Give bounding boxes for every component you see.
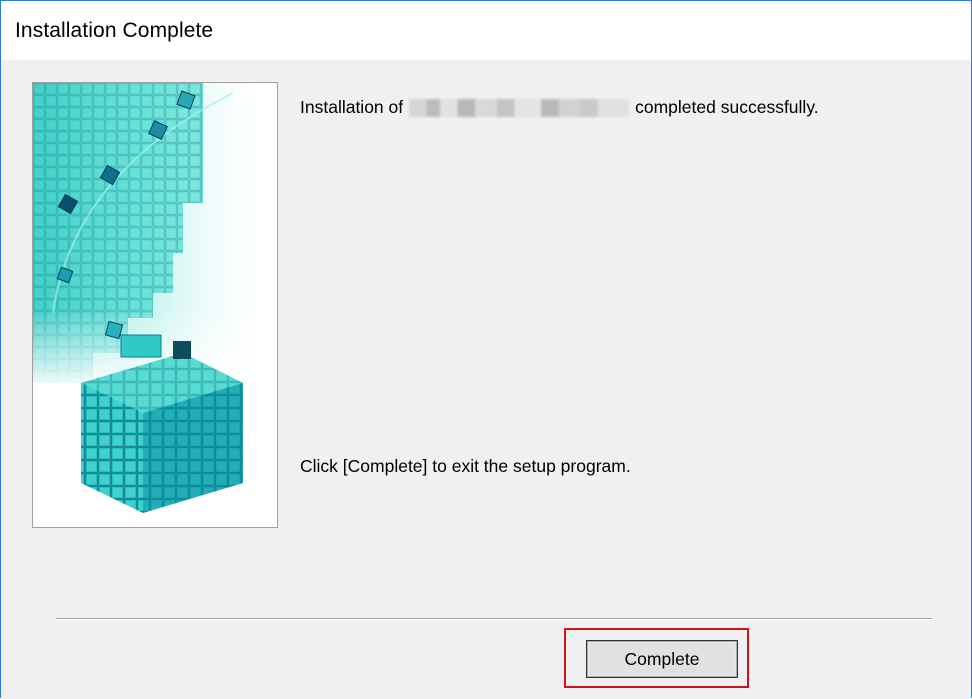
message-suffix: completed successfully. — [635, 97, 819, 117]
exit-instruction: Click [Complete] to exit the setup progr… — [300, 456, 631, 476]
cube-illustration — [32, 82, 278, 528]
dialog-content: Installation of completed successfully. … — [1, 60, 971, 698]
title-bar[interactable]: Installation Complete — [1, 1, 971, 60]
complete-button[interactable]: Complete — [586, 640, 738, 678]
success-message: Installation of completed successfully. — [300, 97, 819, 118]
installer-window: Installation Complete Installation of co… — [0, 0, 972, 698]
window-title: Installation Complete — [15, 19, 214, 42]
footer-separator — [56, 618, 932, 620]
message-prefix: Installation of — [300, 97, 404, 117]
cube-assembly-icon — [33, 83, 277, 513]
redacted-product-name — [409, 98, 630, 117]
